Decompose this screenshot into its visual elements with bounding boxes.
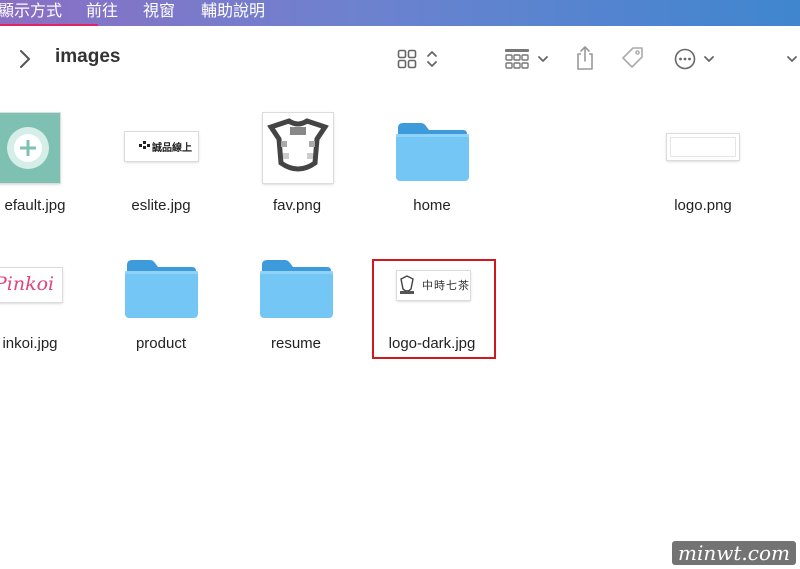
menu-go[interactable]: 前往: [86, 2, 118, 22]
file-thumbnail[interactable]: [667, 134, 739, 160]
file-name: resume: [270, 335, 322, 352]
folder-icon[interactable]: [259, 255, 334, 319]
more-actions-icon[interactable]: [673, 47, 697, 71]
group-by-icon[interactable]: [503, 46, 531, 72]
menu-window[interactable]: 視窗: [143, 2, 175, 22]
tag-icon[interactable]: [620, 45, 646, 71]
folder-icon[interactable]: [124, 255, 199, 319]
thumbnail-text: Pinkoi: [0, 273, 55, 295]
share-icon[interactable]: [573, 44, 597, 72]
menu-help[interactable]: 輔助說明: [201, 2, 265, 22]
chevron-down-icon[interactable]: [536, 50, 550, 68]
folder-icon[interactable]: [395, 118, 470, 182]
finder-toolbar: images: [0, 26, 800, 92]
menu-view[interactable]: 顯示方式: [0, 2, 62, 22]
folder-title: images: [55, 46, 121, 67]
chevron-right-icon[interactable]: [14, 48, 36, 70]
file-thumbnail[interactable]: [263, 113, 333, 183]
file-thumbnail[interactable]: [0, 113, 60, 183]
file-name: product: [135, 335, 187, 352]
file-name: eslite.jpg: [131, 197, 191, 214]
selection-highlight: [372, 259, 496, 359]
sort-updown-icon[interactable]: [424, 47, 440, 71]
menu-bar: 顯示方式 前往 視窗 輔助說明: [0, 0, 800, 26]
thumbnail-text: 誠品線上: [152, 143, 192, 154]
file-name: logo.png: [674, 197, 732, 214]
file-name: home: [413, 197, 451, 214]
grid-view-icon[interactable]: [395, 47, 419, 71]
chevron-down-icon[interactable]: [785, 50, 799, 68]
chevron-down-icon[interactable]: [702, 50, 716, 68]
file-thumbnail[interactable]: Pinkoi: [0, 268, 62, 302]
file-thumbnail[interactable]: 誠品線上: [125, 132, 198, 161]
watermark: minwt.com: [672, 541, 796, 565]
file-name: fav.png: [272, 197, 322, 214]
